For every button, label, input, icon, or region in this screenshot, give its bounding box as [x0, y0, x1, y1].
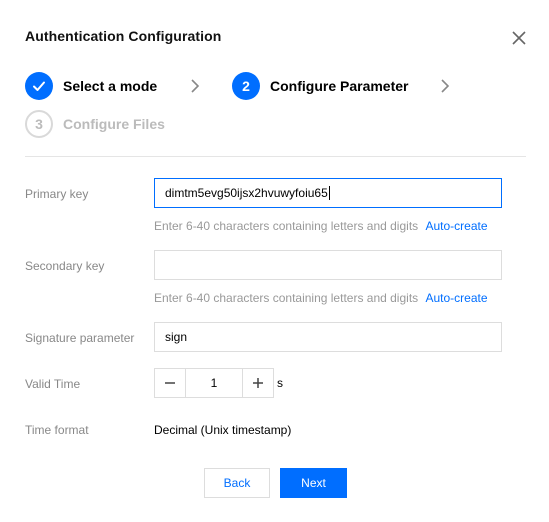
valid-time-label: Valid Time: [25, 377, 81, 391]
step-label: Configure Files: [63, 116, 165, 132]
valid-time-stepper: 1: [154, 368, 274, 398]
primary-key-hint: Enter 6-40 characters containing letters…: [154, 219, 488, 233]
secondary-key-label: Secondary key: [25, 259, 105, 273]
decrement-button[interactable]: [155, 369, 185, 397]
step-configure-parameter: 2 Configure Parameter: [232, 72, 408, 100]
primary-key-input[interactable]: dimtm5evg50ijsx2hvuwyfoiu65: [154, 178, 502, 208]
chevron-right-icon: [189, 78, 201, 94]
step-number: 3: [25, 110, 53, 138]
chevron-right-icon: [439, 78, 451, 94]
secondary-key-hint: Enter 6-40 characters containing letters…: [154, 291, 488, 305]
dialog-title: Authentication Configuration: [25, 28, 222, 44]
step-number: 2: [232, 72, 260, 100]
hint-text: Enter 6-40 characters containing letters…: [154, 291, 419, 305]
step-configure-files: 3 Configure Files: [25, 110, 165, 138]
step-label: Select a mode: [63, 78, 158, 94]
step-done-check-icon: [25, 72, 53, 100]
primary-key-value: dimtm5evg50ijsx2hvuwyfoiu65: [165, 186, 328, 200]
secondary-key-input[interactable]: [154, 250, 502, 280]
auto-create-link[interactable]: Auto-create: [426, 291, 488, 305]
auto-create-link[interactable]: Auto-create: [426, 219, 488, 233]
close-icon[interactable]: [509, 28, 529, 48]
primary-key-label: Primary key: [25, 187, 89, 201]
signature-parameter-value: sign: [165, 330, 188, 344]
next-button[interactable]: Next: [280, 468, 347, 498]
divider: [25, 156, 526, 157]
text-caret: [328, 186, 330, 200]
time-format-value: Decimal (Unix timestamp): [154, 423, 292, 437]
valid-time-unit: s: [277, 376, 283, 390]
auth-config-dialog: Authentication Configuration Select a mo…: [0, 0, 549, 522]
plus-icon: [253, 378, 263, 388]
valid-time-value[interactable]: 1: [185, 369, 243, 397]
step-label: Configure Parameter: [270, 78, 409, 94]
minus-icon: [165, 382, 175, 384]
step-select-mode: Select a mode: [25, 72, 157, 100]
hint-text: Enter 6-40 characters containing letters…: [154, 219, 419, 233]
back-button[interactable]: Back: [204, 468, 270, 498]
signature-parameter-input[interactable]: sign: [154, 322, 502, 352]
signature-parameter-label: Signature parameter: [25, 331, 135, 345]
increment-button[interactable]: [243, 369, 273, 397]
time-format-label: Time format: [25, 423, 89, 437]
